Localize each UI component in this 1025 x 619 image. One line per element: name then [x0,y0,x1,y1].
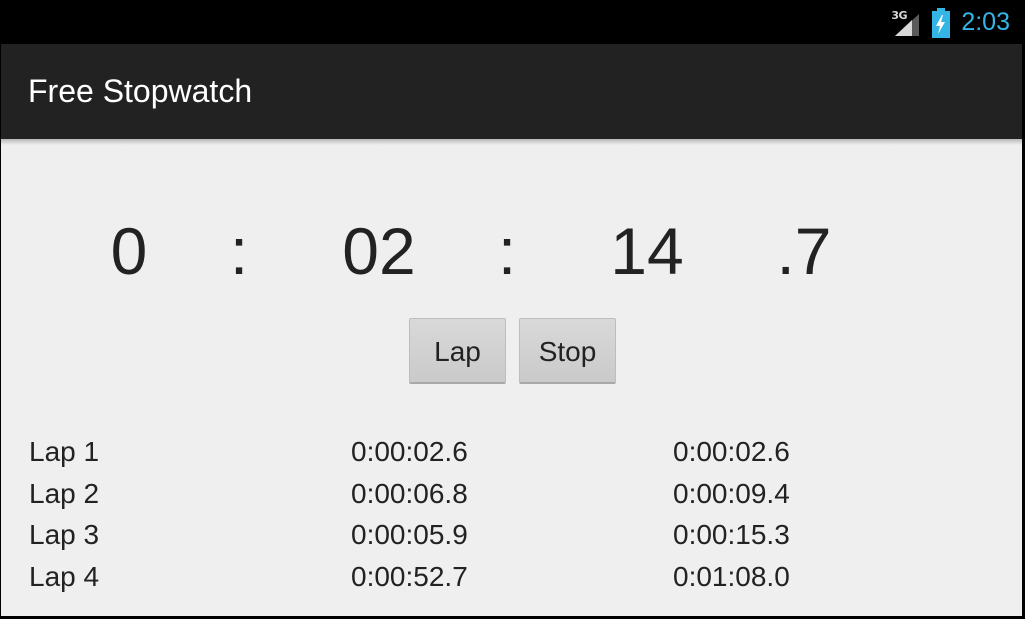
lap-list: Lap 1 0:00:02.6 0:00:02.6 Lap 2 0:00:06.… [1,431,1022,597]
action-bar-shadow [1,139,1022,145]
lap-total-time: 0:01:08.0 [673,560,790,592]
timer-minutes: 02 [342,214,416,288]
lap-name: Lap 3 [29,519,100,550]
lap-row: Lap 4 0:00:52.7 0:01:08.0 [1,556,1022,598]
app-screen: 3G 2:03 Free Stopwatch 0 : 02 : 14 .7 La… [1,1,1022,616]
lap-total-time: 0:00:09.4 [673,477,790,509]
timer-tenths: .7 [776,214,832,288]
lap-split-time: 0:00:02.6 [351,436,468,467]
battery-charging-icon [931,7,951,38]
action-bar: Free Stopwatch [1,44,1022,139]
signal-icon: 3G [891,8,921,38]
status-icons: 3G 2:03 [891,1,1010,44]
app-title: Free Stopwatch [28,73,253,109]
lap-total-time: 0:00:15.3 [673,519,790,550]
lap-button[interactable]: Lap [409,318,506,384]
stop-button[interactable]: Stop [519,318,616,384]
lap-row: Lap 1 0:00:02.6 0:00:02.6 [1,431,1022,473]
lap-name: Lap 4 [29,560,100,592]
lap-row: Lap 3 0:00:05.9 0:00:15.3 [1,514,1022,556]
timer-separator: : [497,214,517,288]
lap-split-time: 0:00:52.7 [351,560,468,592]
lap-row: Lap 2 0:00:06.8 0:00:09.4 [1,473,1022,515]
lap-split-time: 0:00:06.8 [351,477,468,509]
status-clock: 2:03 [961,8,1010,36]
status-bar: 3G 2:03 [1,1,1022,44]
lap-total-time: 0:00:02.6 [673,436,790,467]
timer-hours: 0 [110,214,148,288]
timer-separator: : [229,214,249,288]
timer-seconds: 14 [610,214,684,288]
lap-split-time: 0:00:05.9 [351,519,468,550]
lap-name: Lap 1 [29,436,100,467]
lap-name: Lap 2 [29,477,100,509]
